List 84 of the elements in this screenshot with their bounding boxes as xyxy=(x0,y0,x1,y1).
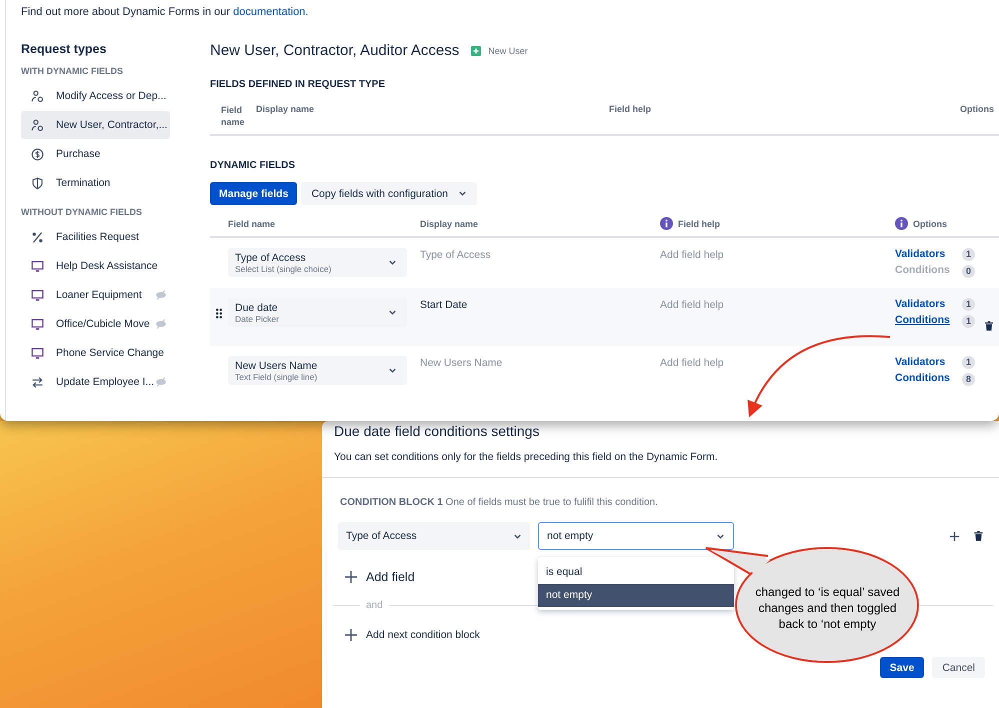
column-header: Display name xyxy=(420,219,478,229)
condition-block-text: CONDITION BLOCK 1 One of fields must be true to fulifil this condition. xyxy=(339,497,659,508)
field-select[interactable]: Type of Access Select List (single choice) xyxy=(228,248,407,277)
sidebar-item[interactable]: Modify Access or Dep... xyxy=(21,82,170,110)
percent-icon xyxy=(31,230,44,244)
plus-icon xyxy=(471,46,482,56)
trash-icon[interactable] xyxy=(974,531,983,541)
sidebar-item[interactable]: Termination xyxy=(21,169,170,197)
validators-link[interactable]: Validators xyxy=(895,248,957,260)
sidebar-item[interactable]: Facilities Request xyxy=(21,223,170,251)
field-help-field[interactable]: Add field help xyxy=(660,248,860,262)
sidebar-item[interactable]: Help Desk Assistance xyxy=(21,252,170,280)
validators-link[interactable]: Validators xyxy=(895,356,957,368)
column-header: Options xyxy=(913,218,947,228)
chevron-down-icon xyxy=(716,532,725,540)
trash-icon[interactable] xyxy=(985,321,993,331)
monitor-icon xyxy=(31,346,44,360)
count-badge: 0 xyxy=(962,265,976,278)
monitor-icon xyxy=(31,260,44,272)
sidebar-item[interactable]: New User, Contractor,... xyxy=(21,111,170,139)
chevron-down-icon xyxy=(513,532,522,540)
section-heading: FIELDS DEFINED IN REQUEST TYPE xyxy=(210,79,386,90)
callout-text: changed to ‘is equal’ saved changes and then toggled back to ‘not empty xyxy=(754,584,901,632)
plus-icon[interactable] xyxy=(949,530,960,542)
add-field-link[interactable]: Add field xyxy=(366,570,415,584)
group-heading: WITH DYNAMIC FIELDS xyxy=(21,66,124,76)
swap-arrows-icon xyxy=(31,376,44,388)
chevron-down-icon xyxy=(388,366,397,375)
dropdown-option[interactable]: is equal xyxy=(538,561,734,584)
request-type-label: New User xyxy=(488,46,528,56)
chevron-down-icon xyxy=(458,189,468,198)
display-name-field[interactable]: Start Date xyxy=(420,298,620,312)
dropdown-option[interactable]: not empty xyxy=(538,584,734,607)
shield-icon xyxy=(31,176,44,190)
dialog-description: You can set conditions only for the fields preceding this field on the Dynamic Form. xyxy=(322,439,999,478)
chevron-down-icon xyxy=(388,258,397,267)
count-badge: 8 xyxy=(962,373,976,386)
section-heading: DYNAMIC FIELDS xyxy=(210,160,296,171)
field-help-field[interactable]: Add field help xyxy=(660,298,860,312)
conditions-link[interactable]: Conditions xyxy=(895,372,957,384)
plus-icon xyxy=(345,629,357,641)
save-button[interactable]: Save xyxy=(880,657,924,678)
column-header: Field name xyxy=(221,104,246,128)
and-label: and xyxy=(366,600,383,611)
display-name-field[interactable]: Type of Access xyxy=(420,248,620,262)
person-icon xyxy=(31,118,44,132)
field-help-field[interactable]: Add field help xyxy=(660,356,860,370)
field-select[interactable]: New Users Name Text Field (single line) xyxy=(228,356,407,385)
column-header: Display name xyxy=(256,104,316,116)
dialog-title: Due date field conditions settings xyxy=(333,423,540,439)
column-header: Field help xyxy=(609,104,652,116)
display-name-field[interactable]: New Users Name xyxy=(420,356,620,370)
copy-fields-button[interactable]: Copy fields with configuration xyxy=(301,182,478,205)
column-header: Field name xyxy=(228,219,276,229)
drag-handle-icon[interactable] xyxy=(215,308,223,319)
sidebar-item[interactable]: Purchase xyxy=(21,140,170,168)
manage-fields-button[interactable]: Manage fields xyxy=(210,182,298,205)
sidebar-item[interactable]: Loaner Equipment xyxy=(21,281,170,309)
plus-icon xyxy=(345,571,357,583)
intro-text: Find out more about Dynamic Forms in our documentation. xyxy=(21,5,310,18)
request-type-title: New User, Contractor, Auditor Access xyxy=(210,42,460,59)
sidebar-item[interactable]: Office/Cubicle Move xyxy=(21,310,170,338)
sidebar-title: Request types xyxy=(21,42,108,56)
field-dropdown[interactable]: Type of Access xyxy=(338,522,530,550)
group-heading: WITHOUT DYNAMIC FIELDS xyxy=(21,207,143,217)
count-badge: 1 xyxy=(962,315,976,328)
count-badge: 1 xyxy=(962,298,976,311)
column-header: Field help xyxy=(678,218,720,228)
person-icon xyxy=(31,90,44,102)
add-condition-block-link[interactable]: Add next condition block xyxy=(366,629,480,641)
chevron-down-icon xyxy=(388,308,397,317)
operator-dropdown[interactable]: not empty xyxy=(538,522,734,550)
monitor-icon xyxy=(31,288,44,302)
sidebar-item[interactable]: Phone Service Change xyxy=(21,339,170,367)
column-header: Options xyxy=(960,104,994,116)
validators-link[interactable]: Validators xyxy=(895,298,957,310)
cancel-button[interactable]: Cancel xyxy=(932,657,985,678)
dollar-icon xyxy=(31,148,44,160)
conditions-link[interactable]: Conditions xyxy=(895,314,957,326)
documentation-link[interactable]: documentation. xyxy=(233,6,308,18)
monitor-icon xyxy=(31,318,44,330)
count-badge: 1 xyxy=(962,248,976,261)
count-badge: 1 xyxy=(962,356,976,369)
sidebar-item[interactable]: Update Employee I... xyxy=(21,368,170,396)
